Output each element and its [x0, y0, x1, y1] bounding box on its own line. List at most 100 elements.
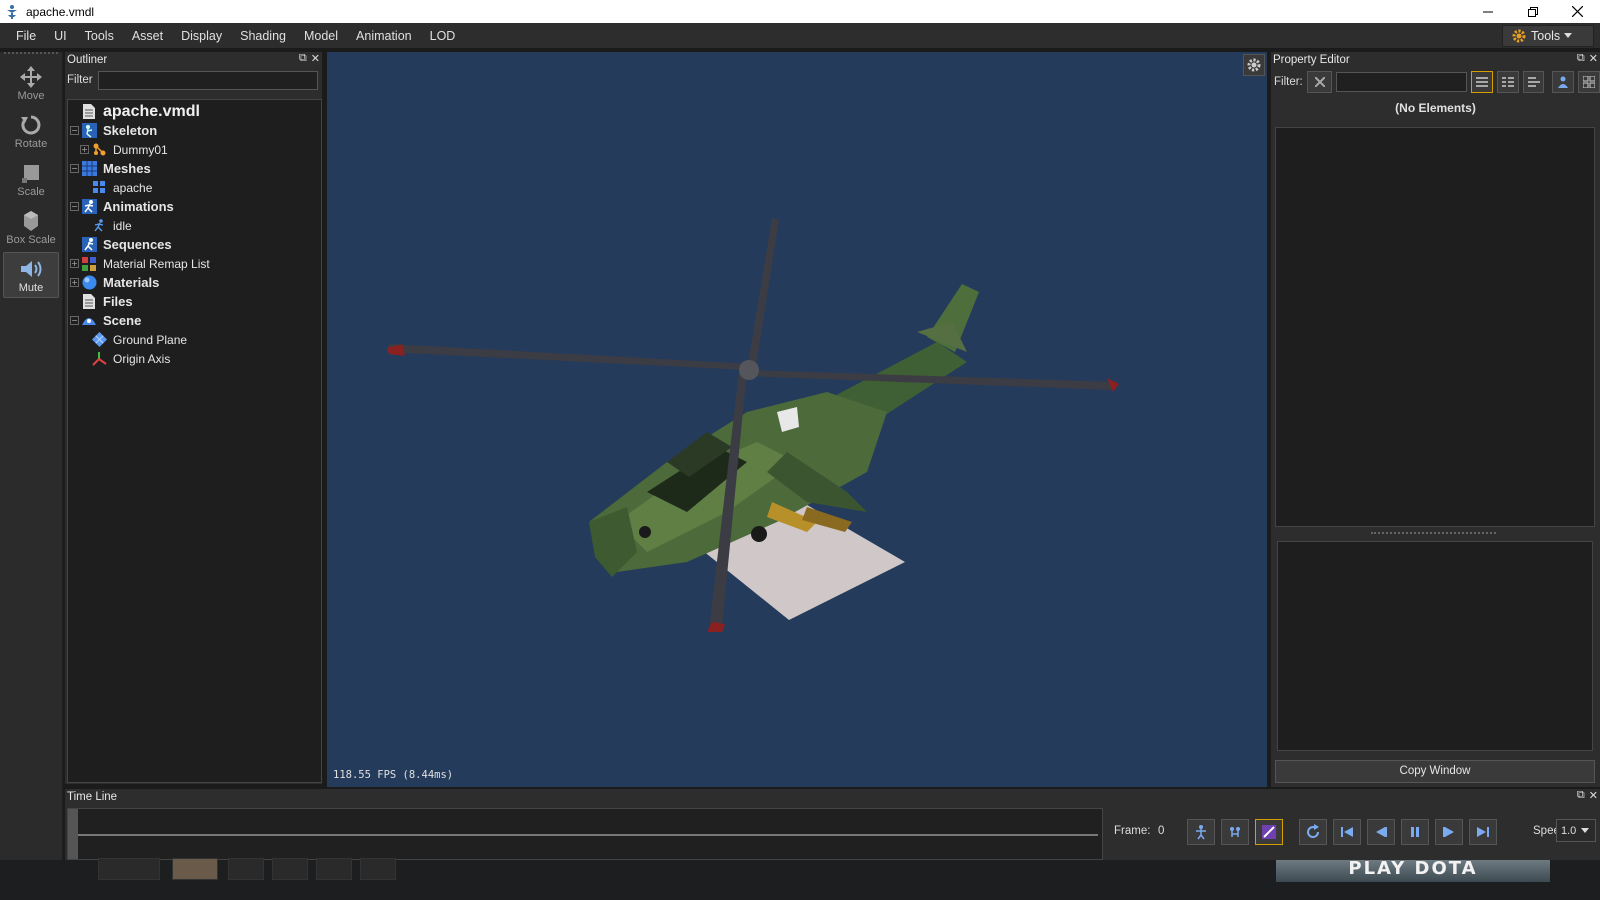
- close-panel-icon[interactable]: ✕: [311, 52, 320, 65]
- box-scale-tool-button[interactable]: Box Scale: [3, 204, 59, 250]
- minimize-button[interactable]: [1465, 0, 1510, 23]
- tree-item-root[interactable]: apache.vmdl: [68, 102, 321, 121]
- menu-tools[interactable]: Tools: [76, 23, 123, 49]
- bone-icon: [91, 142, 107, 158]
- motion-toggle-button[interactable]: [1255, 819, 1283, 845]
- tree-item-files[interactable]: Files: [68, 292, 321, 311]
- tree-item-sequences[interactable]: Sequences: [68, 235, 321, 254]
- pause-button[interactable]: [1401, 819, 1429, 845]
- mute-button[interactable]: Mute: [3, 252, 59, 298]
- menu-asset[interactable]: Asset: [123, 23, 172, 49]
- skip-end-icon: [1477, 827, 1489, 837]
- close-panel-icon[interactable]: ✕: [1589, 789, 1598, 802]
- tree-item-skeleton[interactable]: − Skeleton: [68, 121, 321, 140]
- toolbar-grip[interactable]: [4, 52, 58, 56]
- tree-label: Animations: [103, 199, 174, 214]
- timeline-playhead[interactable]: [68, 809, 78, 859]
- property-detail-area[interactable]: [1277, 541, 1593, 751]
- bone-toggle-button[interactable]: [1221, 819, 1249, 845]
- viewport-settings-button[interactable]: [1243, 54, 1265, 76]
- chevron-down-icon: [1581, 827, 1590, 833]
- tree-item-apache[interactable]: apache: [68, 178, 321, 197]
- close-panel-icon[interactable]: ✕: [1589, 52, 1598, 65]
- go-to-end-button[interactable]: [1469, 819, 1497, 845]
- outliner-filter-input[interactable]: [97, 70, 318, 90]
- tree-root-label: apache.vmdl: [103, 102, 200, 120]
- float-panel-icon[interactable]: ⧉: [1577, 789, 1585, 802]
- loop-button[interactable]: [1299, 819, 1327, 845]
- running-man-icon: [91, 218, 107, 234]
- restore-button[interactable]: [1510, 0, 1555, 23]
- speed-value: 1.0: [1561, 824, 1577, 837]
- timeline-title-bar: Time Line ⧉ ✕: [65, 789, 1600, 805]
- menu-model[interactable]: Model: [295, 23, 347, 49]
- expand-toggle[interactable]: +: [70, 259, 79, 268]
- tree-item-ground-plane[interactable]: Ground Plane: [68, 330, 321, 349]
- person-icon: [1558, 76, 1569, 88]
- expand-toggle[interactable]: +: [80, 145, 89, 154]
- panel-splitter-handle[interactable]: [1371, 532, 1496, 535]
- go-to-start-button[interactable]: [1333, 819, 1361, 845]
- menu-shading[interactable]: Shading: [231, 23, 295, 49]
- tools-dropdown-button[interactable]: Tools: [1502, 25, 1594, 47]
- scale-tool-label: Scale: [17, 186, 45, 198]
- gear-icon: [1247, 58, 1261, 72]
- chevron-down-icon: [1564, 33, 1573, 38]
- window-titlebar: apache.vmdl: [0, 0, 1600, 23]
- step-back-button[interactable]: [1367, 819, 1395, 845]
- move-icon: [20, 66, 42, 88]
- tree-item-idle[interactable]: idle: [68, 216, 321, 235]
- pin-selection-button[interactable]: [1552, 71, 1575, 93]
- collapse-toggle[interactable]: −: [70, 126, 79, 135]
- clear-filter-button[interactable]: [1306, 71, 1333, 93]
- collapse-toggle[interactable]: −: [70, 202, 79, 211]
- material-sphere-icon: [81, 275, 97, 291]
- 3d-viewport[interactable]: 118.55 FPS (8.44ms): [327, 52, 1267, 787]
- float-panel-icon[interactable]: ⧉: [299, 52, 307, 65]
- rotate-tool-button[interactable]: Rotate: [3, 108, 59, 154]
- skeleton-toggle-button[interactable]: [1187, 819, 1215, 845]
- step-forward-button[interactable]: [1435, 819, 1463, 845]
- grid-view-button[interactable]: [1578, 71, 1600, 93]
- tree-label: Materials: [103, 275, 160, 290]
- property-filter-input[interactable]: [1336, 72, 1468, 92]
- close-window-button[interactable]: [1555, 0, 1600, 23]
- scale-tool-button[interactable]: Scale: [3, 156, 59, 202]
- list-view-button[interactable]: [1471, 71, 1493, 93]
- property-list-area[interactable]: [1275, 127, 1595, 527]
- tree-item-material-remap-list[interactable]: + Material Remap List: [68, 254, 321, 273]
- scale-icon: [22, 165, 39, 183]
- menu-display[interactable]: Display: [172, 23, 231, 49]
- tree-item-meshes[interactable]: − Meshes: [68, 159, 321, 178]
- expand-toggle[interactable]: +: [70, 278, 79, 287]
- background-thumbnail: [98, 858, 160, 880]
- float-panel-icon[interactable]: ⧉: [1577, 52, 1585, 65]
- menu-lod[interactable]: LOD: [421, 23, 465, 49]
- collapse-toggle[interactable]: −: [70, 164, 79, 173]
- detail-view-button[interactable]: [1496, 71, 1519, 93]
- tree-item-dummy01[interactable]: + Dummy01: [68, 140, 321, 159]
- menu-ui[interactable]: UI: [45, 23, 76, 49]
- timeline-panel: Time Line ⧉ ✕ Frame: 0 Speed 1.0: [65, 789, 1600, 860]
- timeline-scrubber[interactable]: [67, 808, 1103, 860]
- box-scale-icon: [24, 211, 38, 231]
- helicopter-model-render: [387, 218, 1119, 632]
- collapse-toggle[interactable]: −: [70, 316, 79, 325]
- tree-label: Files: [103, 294, 133, 309]
- move-tool-button[interactable]: Move: [3, 60, 59, 106]
- tree-item-animations[interactable]: − Animations: [68, 197, 321, 216]
- menu-file[interactable]: File: [0, 23, 45, 49]
- copy-window-button[interactable]: Copy Window: [1275, 760, 1595, 783]
- tree-label: Ground Plane: [113, 332, 188, 347]
- menu-animation[interactable]: Animation: [347, 23, 421, 49]
- step-forward-icon: [1443, 827, 1454, 837]
- speed-select[interactable]: 1.0: [1556, 819, 1596, 842]
- frame-value: 0: [1158, 825, 1165, 837]
- tree-item-scene[interactable]: − Scene: [68, 311, 321, 330]
- compact-view-button[interactable]: [1522, 71, 1545, 93]
- tree-item-origin-axis[interactable]: Origin Axis: [68, 349, 321, 368]
- document-icon: [81, 294, 97, 310]
- menu-bar: File UI Tools Asset Display Shading Mode…: [0, 23, 1600, 49]
- move-tool-label: Move: [17, 90, 45, 102]
- tree-item-materials[interactable]: + Materials: [68, 273, 321, 292]
